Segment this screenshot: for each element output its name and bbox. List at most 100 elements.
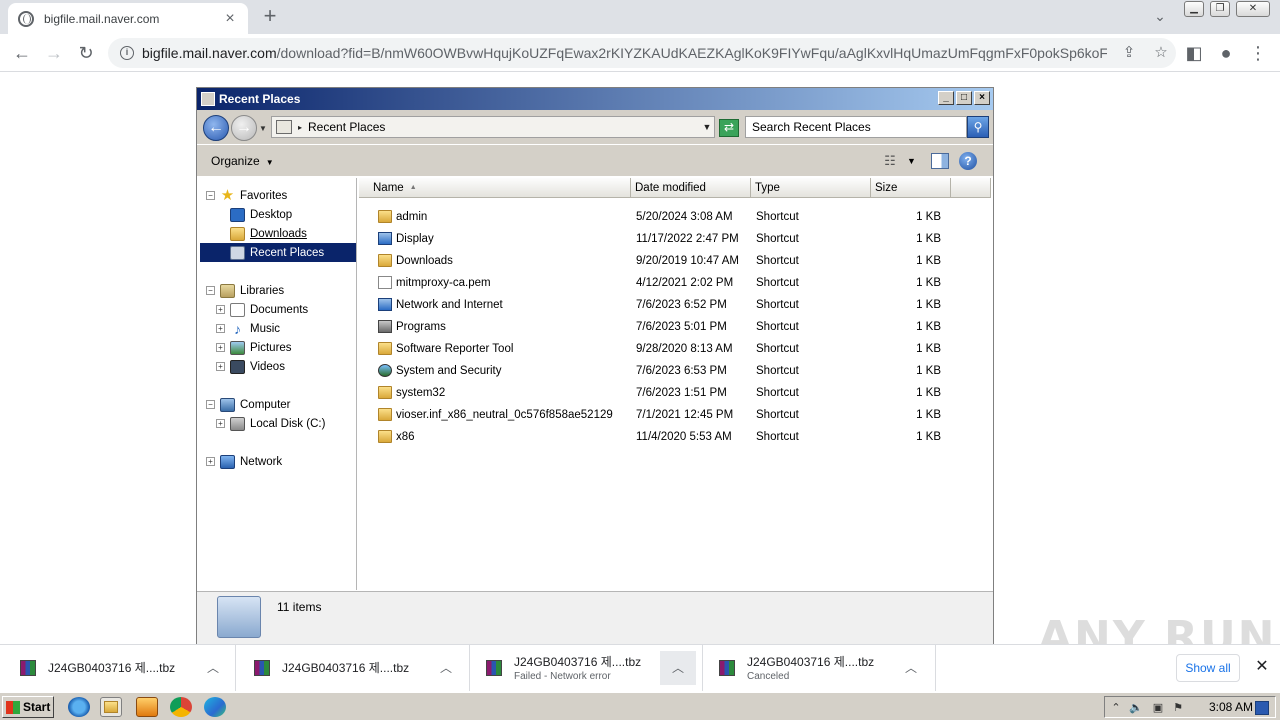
browser-tab[interactable]: bigfile.mail.naver.com × [8, 3, 248, 34]
new-tab-button[interactable]: + [258, 5, 282, 29]
close-shelf-icon[interactable]: ✕ [1252, 657, 1272, 677]
expand-icon[interactable]: + [206, 457, 215, 466]
show-hidden-icons-arrow-icon[interactable]: ⌃ [1109, 701, 1123, 715]
minimize-browser-button[interactable]: ▁ [1184, 1, 1204, 17]
nav-computer[interactable]: − Computer [206, 395, 291, 414]
collapse-icon[interactable]: − [206, 286, 215, 295]
search-input[interactable]: Search Recent Places [745, 116, 967, 138]
close-browser-button[interactable]: ✕ [1236, 1, 1270, 17]
download-item[interactable]: J24GB0403716 제....tbz Failed - Network e… [470, 645, 703, 691]
edge-icon[interactable] [204, 697, 226, 717]
change-view-icon[interactable]: ☷ [881, 153, 899, 169]
internet-explorer-icon[interactable] [68, 697, 90, 717]
show-all-button[interactable]: Show all [1176, 654, 1240, 682]
close-tab-icon[interactable]: × [222, 10, 238, 27]
maximize-button[interactable]: □ [956, 91, 972, 105]
nav-local-disk[interactable]: + Local Disk (C:) [216, 414, 325, 433]
explorer-titlebar[interactable]: Recent Places _ □ × [197, 88, 993, 110]
action-center-flag-icon[interactable]: ⚑ [1171, 701, 1185, 715]
nav-libraries[interactable]: − Libraries [206, 281, 284, 300]
download-item[interactable]: J24GB0403716 제....tbz Canceled ︿ [703, 645, 936, 691]
menu-kebab-icon[interactable]: ⋮ [1246, 41, 1270, 65]
nav-desktop[interactable]: Desktop [230, 205, 292, 224]
table-row[interactable]: Software Reporter Tool 9/28/2020 8:13 AM S… [359, 338, 991, 360]
preview-pane-button[interactable] [931, 153, 949, 169]
column-header-size[interactable]: Size [871, 178, 951, 198]
tab-search-chevron-icon[interactable]: ⌄ [1150, 8, 1170, 26]
forward-arrow-icon[interactable]: → [42, 41, 66, 65]
address-bar[interactable]: i bigfile.mail.naver.com/download?fid=B/… [108, 38, 1176, 68]
nav-downloads[interactable]: Downloads [230, 224, 307, 243]
chevron-up-icon[interactable]: ︿ [899, 656, 923, 680]
table-row[interactable]: System and Security 7/6/2023 6:53 PM Short… [359, 360, 991, 382]
url-text[interactable]: bigfile.mail.naver.com/download?fid=B/nm… [142, 45, 1107, 61]
help-icon[interactable]: ? [959, 152, 977, 170]
table-row[interactable]: Display 11/17/2022 2:47 PM Shortcut 1 KB [359, 228, 991, 250]
nav-label: Libraries [240, 284, 285, 297]
recent-pages-dropdown-icon[interactable]: ▼ [259, 124, 267, 133]
nav-pictures[interactable]: + Pictures [216, 338, 292, 357]
table-row[interactable]: mitmproxy-ca.pem 4/12/2021 2:02 PM Shortcu… [359, 272, 991, 294]
download-item[interactable]: J24GB0403716 제....tbz ︿ [236, 645, 470, 691]
table-row[interactable]: vioser.inf_x86_neutral_0c576f858ae52129 7… [359, 404, 991, 426]
network-tray-icon[interactable]: ▣ [1151, 701, 1165, 715]
system-tray: ⌃ 🔈 ▣ ⚑ 3:08 AM [1104, 696, 1276, 718]
chevron-up-icon[interactable]: ︿ [201, 656, 225, 680]
file-type: Shortcut [756, 365, 799, 377]
breadcrumb-arrow-icon[interactable]: ▸ [298, 123, 302, 132]
table-row[interactable]: Downloads 9/20/2019 10:47 AM Shortcut 1 KB [359, 250, 991, 272]
explorer-taskbar-button[interactable] [100, 697, 122, 717]
chevron-up-icon[interactable]: ︿ [434, 656, 458, 680]
chrome-icon[interactable] [170, 697, 192, 717]
explorer-forward-button[interactable]: → [231, 115, 257, 141]
media-player-icon[interactable] [136, 697, 158, 717]
explorer-address-box[interactable]: ▸ Recent Places ▼ [271, 116, 715, 138]
table-row[interactable]: admin 5/20/2024 3:08 AM Shortcut 1 KB [359, 206, 991, 228]
chevron-up-icon[interactable]: ︿ [660, 651, 696, 685]
view-dropdown-icon[interactable]: ▼ [907, 153, 916, 169]
expand-icon[interactable]: + [216, 305, 225, 314]
folder-icon [378, 408, 392, 421]
nav-recent-places[interactable]: Recent Places [200, 243, 356, 262]
volume-icon[interactable]: 🔈 [1129, 701, 1143, 715]
organize-label: Organize [211, 154, 260, 168]
table-row[interactable]: system32 7/6/2023 1:51 PM Shortcut 1 KB [359, 382, 991, 404]
site-info-icon[interactable]: i [120, 46, 134, 60]
expand-icon[interactable]: + [216, 343, 225, 352]
nav-videos[interactable]: + Videos [216, 357, 285, 376]
show-desktop-icon[interactable] [1255, 701, 1269, 715]
reload-icon[interactable]: ↻ [74, 41, 98, 65]
bookmark-star-icon[interactable]: ☆ [1151, 43, 1171, 63]
table-row[interactable]: Programs 7/6/2023 5:01 PM Shortcut 1 KB [359, 316, 991, 338]
collapse-icon[interactable]: − [206, 191, 215, 200]
expand-icon[interactable]: + [216, 419, 225, 428]
start-button[interactable]: Start [2, 696, 54, 718]
expand-icon[interactable]: + [216, 324, 225, 333]
share-icon[interactable]: ⇪ [1119, 43, 1139, 63]
column-header-date[interactable]: Date modified [631, 178, 751, 198]
organize-button[interactable]: Organize ▼ [211, 154, 274, 168]
nav-network[interactable]: + Network [206, 452, 282, 471]
refresh-button[interactable]: ⇄ [719, 119, 739, 137]
side-panel-icon[interactable]: ◧ [1182, 41, 1206, 65]
table-row[interactable]: Network and Internet 7/6/2023 6:52 PM Shor… [359, 294, 991, 316]
explorer-back-button[interactable]: ← [203, 115, 229, 141]
back-arrow-icon[interactable]: ← [10, 41, 34, 65]
restore-browser-button[interactable]: ❐ [1210, 1, 1230, 17]
nav-music[interactable]: + ♪ Music [216, 319, 280, 338]
close-button[interactable]: × [974, 91, 990, 105]
search-icon[interactable]: ⚲ [967, 116, 989, 138]
column-header-name[interactable]: Name ▲ [359, 178, 631, 198]
download-item[interactable]: J24GB0403716 제....tbz ︿ [0, 645, 236, 691]
downloads-folder-icon [230, 226, 245, 241]
nav-documents[interactable]: + Documents [216, 300, 308, 319]
column-header-type[interactable]: Type [751, 178, 871, 198]
clock[interactable]: 3:08 AM [1209, 700, 1253, 714]
collapse-icon[interactable]: − [206, 400, 215, 409]
address-dropdown-icon[interactable]: ▼ [700, 122, 714, 132]
table-row[interactable]: x86 11/4/2020 5:53 AM Shortcut 1 KB [359, 426, 991, 448]
expand-icon[interactable]: + [216, 362, 225, 371]
nav-favorites[interactable]: − ★ Favorites [206, 186, 287, 205]
profile-avatar-icon[interactable]: ● [1214, 41, 1238, 65]
minimize-button[interactable]: _ [938, 91, 954, 105]
